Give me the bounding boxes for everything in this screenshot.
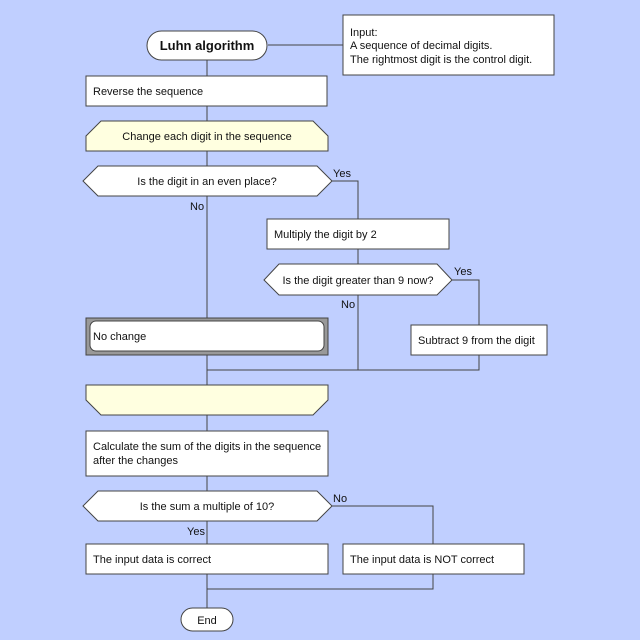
- label-even-yes: Yes: [333, 168, 351, 180]
- start-label: Luhn algorithm: [160, 38, 255, 53]
- comment-line-3: The rightmost digit is the control digit…: [350, 54, 532, 66]
- loop-start-label: Change each digit in the sequence: [122, 131, 291, 143]
- comment-line-1: Input:: [350, 27, 378, 39]
- process-subtract: Subtract 9 from the digit: [410, 324, 548, 356]
- connector-notcorrect-merge: [207, 574, 434, 590]
- loop-end: [85, 384, 329, 416]
- sum-line-2: after the changes: [93, 455, 179, 467]
- label-even-no: No: [190, 201, 204, 213]
- subtract-label: Subtract 9 from the digit: [418, 335, 535, 347]
- connector-greater-yes: [452, 279, 480, 325]
- start-terminator: Luhn algorithm: [146, 30, 268, 61]
- end-label: End: [197, 615, 217, 627]
- not-correct-label: The input data is NOT correct: [350, 554, 494, 566]
- decision-multiple-10: Is the sum a multiple of 10?: [82, 490, 333, 522]
- no-change-label: No change: [93, 331, 146, 343]
- decision-even-place: Is the digit in an even place?: [82, 165, 333, 197]
- connector-even-yes: [332, 180, 359, 219]
- loop-start: Change each digit in the sequence: [85, 120, 329, 152]
- connector-subtract-merge: [207, 355, 480, 371]
- process-not-correct: The input data is NOT correct: [342, 543, 525, 575]
- process-reverse: Reverse the sequence: [85, 75, 328, 107]
- even-place-label: Is the digit in an even place?: [137, 176, 276, 188]
- greater-9-label: Is the digit greater than 9 now?: [282, 275, 433, 287]
- connector-mult-no: [332, 505, 434, 544]
- label-mult-yes: Yes: [187, 526, 205, 538]
- label-greater-yes: Yes: [454, 266, 472, 278]
- end-terminator: End: [180, 607, 234, 632]
- sum-line-1: Calculate the sum of the digits in the s…: [93, 441, 321, 453]
- process-no-change: No change: [85, 317, 329, 356]
- process-sum: Calculate the sum of the digits in the s…: [85, 430, 329, 477]
- multiple-10-label: Is the sum a multiple of 10?: [140, 501, 275, 513]
- correct-label: The input data is correct: [93, 554, 211, 566]
- label-mult-no: No: [333, 493, 347, 505]
- input-comment: Input: A sequence of decimal digits. The…: [342, 14, 555, 76]
- flowchart: Luhn algorithm Input: A sequence of deci…: [82, 14, 555, 632]
- decision-greater-9: Is the digit greater than 9 now?: [263, 263, 453, 296]
- process-multiply: Multiply the digit by 2: [266, 218, 450, 250]
- label-greater-no: No: [341, 299, 355, 311]
- multiply-label: Multiply the digit by 2: [274, 229, 377, 241]
- comment-line-2: A sequence of decimal digits.: [350, 40, 492, 52]
- reverse-label: Reverse the sequence: [93, 86, 203, 98]
- process-correct: The input data is correct: [85, 543, 329, 575]
